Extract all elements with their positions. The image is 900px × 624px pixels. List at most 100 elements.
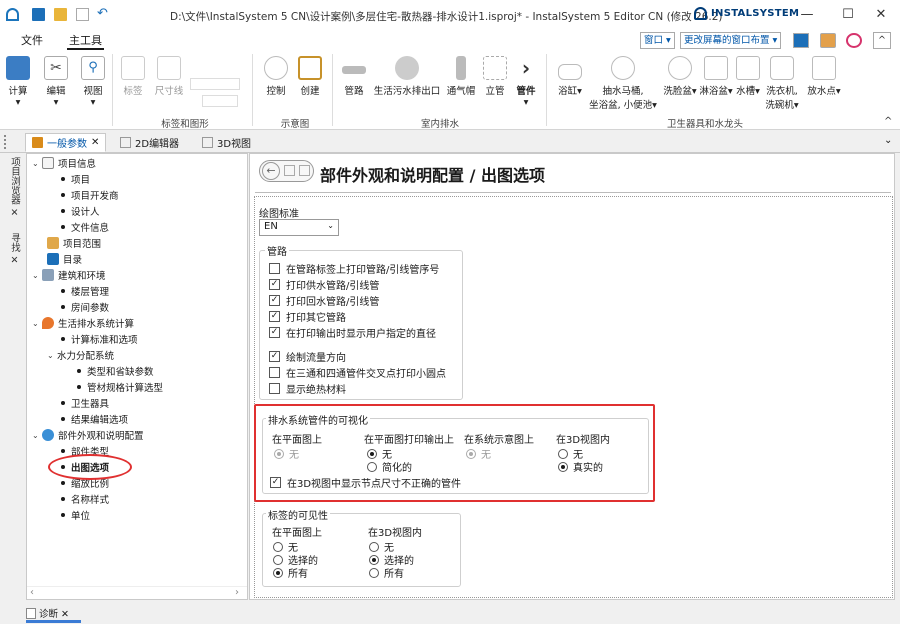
tree-item[interactable]: 名称样式 — [61, 492, 109, 506]
editor-2d-icon — [120, 137, 131, 148]
project-tree: ⌄ 项目信息 项目 项目开发商 设计人 文件信息 项目范围 目录 ⌄ 建筑和环境 楼… — [26, 153, 248, 600]
tree-horizontal-scrollbar[interactable]: ‹ › — [27, 586, 247, 598]
washbasin-button[interactable]: 洗脸盆▾ — [662, 56, 698, 97]
tree-item[interactable]: 楼层管理 — [61, 284, 109, 298]
scroll-left-icon[interactable]: ‹ — [30, 587, 34, 598]
tree-item[interactable]: 结果编辑选项 — [61, 412, 128, 426]
tree-item[interactable]: 项目 — [61, 172, 90, 186]
shape-tools-icon[interactable] — [202, 95, 238, 107]
radio-option[interactable]: 所有 — [369, 565, 404, 580]
pipe-button[interactable]: 管路 — [340, 56, 368, 97]
open-folder-icon[interactable] — [54, 8, 67, 21]
undo-icon[interactable]: ↶ — [97, 7, 110, 21]
vent-icon — [456, 56, 466, 80]
pipe-option-checkbox[interactable]: 在三通和四通管件交叉点打印小圆点 — [269, 365, 446, 380]
dimension-button[interactable]: 尺寸线 — [152, 56, 186, 97]
nav-back-forward[interactable]: ← — [259, 160, 314, 182]
group-label-indoor-drain: 室内排水 — [420, 119, 459, 130]
tree-item[interactable]: ⌄ 部件外观和说明配置 — [32, 428, 144, 442]
tree-item[interactable]: ⌄ 项目信息 — [32, 156, 96, 170]
tab-general[interactable]: 一般参数 ✕ — [25, 133, 107, 152]
fittings-button[interactable]: › 管件 ▾ — [513, 56, 539, 108]
pipe-option-checkbox[interactable]: ✓ 绘制流量方向 — [269, 349, 346, 364]
screen-icon[interactable] — [793, 33, 809, 48]
tree-item[interactable]: 计算标准和选项 — [61, 332, 138, 346]
minimize-button[interactable]: — — [796, 6, 818, 24]
scroll-right-icon[interactable]: › — [235, 587, 239, 598]
bathtub-icon — [558, 64, 582, 80]
label-button[interactable]: 标签 — [120, 56, 146, 97]
pipe-option-checkbox[interactable]: 在管路标签上打印管路/引线管序号 — [269, 261, 439, 276]
maximize-button[interactable]: ☐ — [837, 6, 859, 24]
tree-item[interactable]: ⌄ 建筑和环境 — [32, 268, 106, 282]
drawing-standard-select[interactable]: EN ⌄ — [259, 219, 339, 236]
database-icon[interactable] — [820, 33, 836, 48]
tree-item[interactable]: 房间参数 — [61, 300, 109, 314]
riser-button[interactable]: 立管 — [482, 56, 508, 97]
pipe-option-checkbox[interactable]: ✓ 打印供水管路/引线管 — [269, 277, 379, 292]
project-browser-tab[interactable]: 项目浏览器 ✕ — [7, 157, 21, 219]
grid-icon[interactable] — [299, 165, 310, 176]
save-icon[interactable] — [32, 8, 45, 21]
document-tabs: 一般参数 ✕ 2D编辑器 3D视图 ⌄ — [0, 131, 900, 153]
tree-item[interactable]: ⌄ 水力分配系统 — [47, 348, 114, 363]
menu-main-tools[interactable]: 主工具 — [67, 32, 104, 50]
label-col-3d-title: 在3D视图内 — [368, 528, 423, 539]
tap-button[interactable]: 放水点▾ — [806, 56, 842, 97]
view-button[interactable]: ⚲ 视图 ▾ — [80, 56, 106, 108]
pipe-option-checkbox[interactable]: ✓ 在打印输出时显示用户指定的直径 — [269, 325, 436, 340]
control-button[interactable]: 控制 — [262, 56, 290, 97]
sewage-outlet-button[interactable]: 生活污水排出口 — [372, 56, 442, 97]
tree-item[interactable]: 单位 — [61, 508, 90, 522]
new-file-icon[interactable] — [76, 8, 89, 21]
shower-button[interactable]: 淋浴盆▾ — [698, 56, 734, 97]
fitting-icon: › — [521, 56, 531, 80]
tree-item[interactable]: 类型和省缺参数 — [77, 364, 154, 378]
back-arrow-icon[interactable]: ← — [262, 162, 280, 180]
menu-file[interactable]: 文件 — [19, 32, 45, 48]
edit-button[interactable]: ✂ 编辑 ▾ — [43, 56, 69, 108]
tab-2d-editor[interactable]: 2D编辑器 — [114, 133, 185, 152]
tree-item[interactable]: 文件信息 — [61, 220, 109, 234]
pipe-option-checkbox[interactable]: ✓ 打印回水管路/引线管 — [269, 293, 379, 308]
flame-icon — [42, 317, 54, 329]
tree-item[interactable]: 管材规格计算选型 — [77, 380, 163, 394]
dimension-icon — [157, 56, 181, 80]
toilet-button[interactable]: 抽水马桶, 坐浴盆, 小便池▾ — [588, 56, 658, 111]
bathtub-button[interactable]: 浴缸▾ — [556, 56, 584, 97]
pipe-option-checkbox[interactable]: ✓ 打印其它管路 — [269, 309, 346, 324]
control-icon — [264, 56, 288, 80]
washing-machine-button[interactable]: 洗衣机, 洗碗机▾ — [764, 56, 800, 111]
sink-button[interactable]: 水槽▾ — [734, 56, 762, 97]
text-tools-icon[interactable] — [190, 78, 240, 90]
pipe-icon — [342, 66, 366, 74]
tree-item[interactable]: ⌄ 生活排水系统计算 — [32, 316, 134, 330]
window-menu-button[interactable]: 窗口 ▾ — [640, 32, 675, 49]
tab-3d-view[interactable]: 3D视图 — [196, 133, 257, 152]
ribbon-collapse-button[interactable]: ^ — [884, 116, 892, 127]
sink-icon — [736, 56, 760, 80]
riser-icon — [483, 56, 507, 80]
window-layout-button[interactable]: 更改屏幕的窗口布置 ▾ — [680, 32, 782, 49]
close-tab-icon[interactable]: ✕ — [91, 137, 99, 148]
vent-cap-button[interactable]: 通气帽 — [444, 56, 478, 97]
collapse-button[interactable]: ^ — [873, 32, 891, 49]
close-button[interactable]: ✕ — [870, 6, 892, 24]
washing-machine-icon — [770, 56, 794, 80]
radio-option[interactable]: 所有 — [273, 565, 308, 580]
tree-item[interactable]: 项目范围 — [47, 236, 101, 250]
tree-item[interactable]: 项目开发商 — [61, 188, 119, 202]
pipe-option-checkbox[interactable]: 显示绝热材料 — [269, 381, 346, 396]
tree-item[interactable]: 目录 — [47, 252, 82, 266]
range-icon — [47, 237, 59, 249]
search-tab[interactable]: 寻找 ✕ — [7, 233, 21, 266]
calculate-button[interactable]: 计算 ▾ — [6, 56, 30, 108]
diagnostics-tab[interactable]: 诊断 ✕ — [26, 606, 69, 620]
tree-item[interactable]: 设计人 — [61, 204, 100, 218]
create-button[interactable]: 创建 — [296, 56, 324, 97]
tabs-dropdown-icon[interactable]: ⌄ — [884, 135, 892, 146]
ribbon-separator — [112, 54, 113, 126]
tree-item[interactable]: 卫生器具 — [61, 396, 109, 410]
plugin-icon[interactable] — [846, 33, 862, 48]
home-icon[interactable] — [284, 165, 295, 176]
